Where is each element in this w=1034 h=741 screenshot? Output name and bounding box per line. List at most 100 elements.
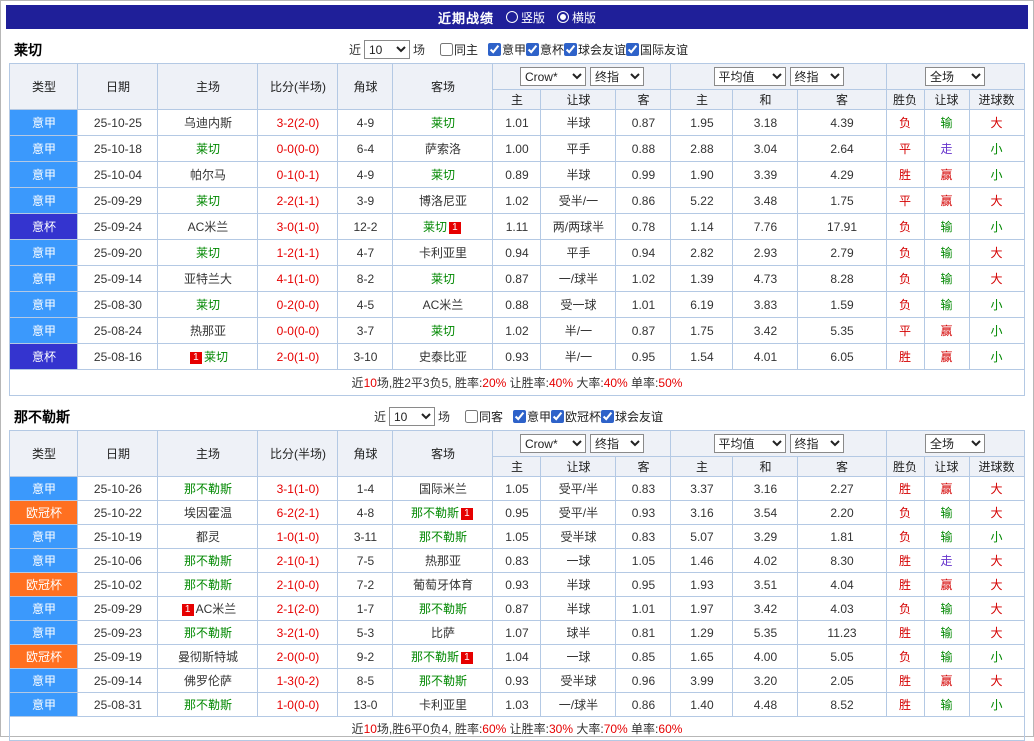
corners-cell: 8-2 [337, 265, 394, 292]
away-team-cell: 莱切 [392, 317, 494, 344]
competition-checkbox[interactable] [601, 410, 615, 423]
competition-checkbox[interactable] [487, 43, 501, 56]
league-type-cell: 意杯 [9, 343, 79, 370]
summary-segment: 60% [658, 722, 683, 736]
match-count-select[interactable]: 10 [388, 407, 435, 426]
league-type-cell: 意甲 [9, 596, 79, 621]
avg-home-cell: 1.93 [670, 572, 734, 597]
away-team-cell: AC米兰 [392, 291, 494, 318]
view-option-vertical[interactable]: 竖版 [505, 9, 545, 26]
competition-checkbox[interactable] [564, 43, 578, 56]
home-team-cell: 那不勒斯 [157, 692, 259, 717]
odds-kind-select[interactable]: 终指 [589, 67, 644, 86]
date-cell: 25-10-06 [77, 548, 159, 573]
league-type-cell: 意甲 [9, 109, 79, 136]
avg-draw-cell: 2.93 [732, 239, 799, 266]
same-venue-checkbox-option[interactable]: 同主 [439, 41, 478, 58]
summary-segment: 10 [363, 722, 377, 736]
match-row: 意甲 25-08-24 热那亚 0-0(0-0) 3-7 莱切 1.02 半/一 0.87 1.7… [9, 317, 1025, 344]
competition-checkbox[interactable] [526, 43, 539, 56]
average-select[interactable]: 平均值 [713, 67, 786, 86]
avg-home-cell: 3.16 [670, 500, 734, 525]
away-team-cell: 萨索洛 [392, 135, 494, 162]
column-header: 比分(半场) [257, 63, 339, 110]
result-handicap-cell: 赢 [923, 572, 970, 597]
same-venue-checkbox[interactable] [464, 410, 478, 423]
horizontal-view-label: 横版 [572, 10, 597, 25]
result-handicap-cell: 走 [923, 135, 970, 162]
avg-draw-cell: 3.51 [732, 572, 799, 597]
result-goals-cell: 小 [968, 692, 1025, 717]
competition-checkbox-option[interactable]: 欧冠杯 [551, 408, 601, 425]
competition-checkbox-label: 欧冠杯 [565, 410, 602, 424]
topbar: 近期战绩 竖版 横版 [6, 5, 1028, 29]
same-venue-checkbox[interactable] [439, 43, 453, 56]
result-handicap-cell: 输 [923, 692, 970, 717]
view-option-horizontal[interactable]: 横版 [557, 9, 596, 26]
same-venue-checkbox-option[interactable]: 同客 [464, 408, 503, 425]
near-label: 近 [348, 43, 361, 57]
scope-select[interactable]: 全场 [925, 67, 986, 86]
summary-segment: 近 [351, 722, 364, 736]
date-cell: 25-09-29 [77, 187, 159, 214]
average-kind-select[interactable]: 终指 [789, 434, 844, 453]
scope-select[interactable]: 全场 [925, 434, 986, 453]
odds-away-cell: 0.81 [615, 620, 672, 645]
team-name-text: 莱切 [195, 246, 220, 260]
average-select[interactable]: 平均值 [713, 434, 786, 453]
competition-checkbox-option[interactable]: 国际友谊 [626, 41, 688, 58]
odds-kind-select[interactable]: 终指 [589, 434, 644, 453]
avg-home-cell: 1.97 [670, 596, 734, 621]
red-card-badge: 1 [460, 652, 473, 664]
column-subheader: 胜负 [885, 89, 925, 110]
team-name-text: 卡利亚里 [418, 246, 467, 260]
result-handicap-cell: 输 [923, 644, 970, 669]
result-goals-cell: 大 [968, 265, 1025, 292]
league-type-cell: 意甲 [9, 239, 79, 266]
league-type-cell: 欧冠杯 [9, 572, 79, 597]
corners-cell: 4-5 [337, 291, 394, 318]
team-name-text: 莱切 [203, 350, 228, 364]
vertical-view-radio[interactable] [505, 11, 518, 23]
scope-header-group: 全场 [885, 430, 1025, 457]
competition-checkbox-option[interactable]: 意杯 [526, 41, 564, 58]
summary-segment: 让胜率: [506, 376, 549, 390]
horizontal-view-radio[interactable] [557, 11, 569, 23]
result-handicap-cell: 输 [923, 239, 970, 266]
result-winlose-cell: 负 [885, 500, 925, 525]
date-cell: 25-09-19 [77, 644, 159, 669]
competition-checkbox-option[interactable]: 意甲 [487, 41, 526, 58]
avg-home-cell: 5.07 [670, 524, 734, 549]
odds-away-cell: 0.87 [615, 317, 672, 344]
avg-home-cell: 1.90 [670, 161, 734, 188]
result-handicap-cell: 输 [923, 596, 970, 621]
avg-home-cell: 2.82 [670, 239, 734, 266]
away-team-cell: 那不勒斯 1 [392, 644, 494, 669]
away-team-cell: 莱切 1 [392, 213, 494, 240]
league-type-cell: 意甲 [9, 548, 79, 573]
competition-checkbox-option[interactable]: 意甲 [513, 408, 551, 425]
team-name-text: 莱切 [195, 142, 220, 156]
competition-checkbox-label: 球会友谊 [578, 43, 627, 57]
avg-home-cell: 6.19 [670, 291, 734, 318]
result-handicap-cell: 输 [923, 109, 970, 136]
summary-segment: 70% [603, 722, 628, 736]
competition-checkbox-option[interactable]: 球会友谊 [601, 408, 663, 425]
odds-company-select[interactable]: Crow* [519, 434, 586, 453]
match-count-select[interactable]: 10 [363, 40, 410, 59]
avg-away-cell: 17.91 [797, 213, 887, 240]
average-kind-select[interactable]: 终指 [789, 67, 844, 86]
odds-company-select[interactable]: Crow* [519, 67, 586, 86]
team-name: 莱切 [14, 41, 42, 58]
competition-checkbox[interactable] [513, 410, 526, 423]
date-cell: 25-08-16 [77, 343, 159, 370]
summary-segment: 40% [603, 376, 628, 390]
odds-handicap-cell: 平手 [540, 135, 617, 162]
home-team-cell: 莱切 [157, 187, 259, 214]
competition-checkbox[interactable] [626, 43, 640, 56]
competition-checkbox[interactable] [551, 410, 565, 423]
avg-home-cell: 1.29 [670, 620, 734, 645]
odds-away-cell: 1.02 [615, 265, 672, 292]
home-team-cell: 那不勒斯 [157, 572, 259, 597]
competition-checkbox-option[interactable]: 球会友谊 [564, 41, 626, 58]
